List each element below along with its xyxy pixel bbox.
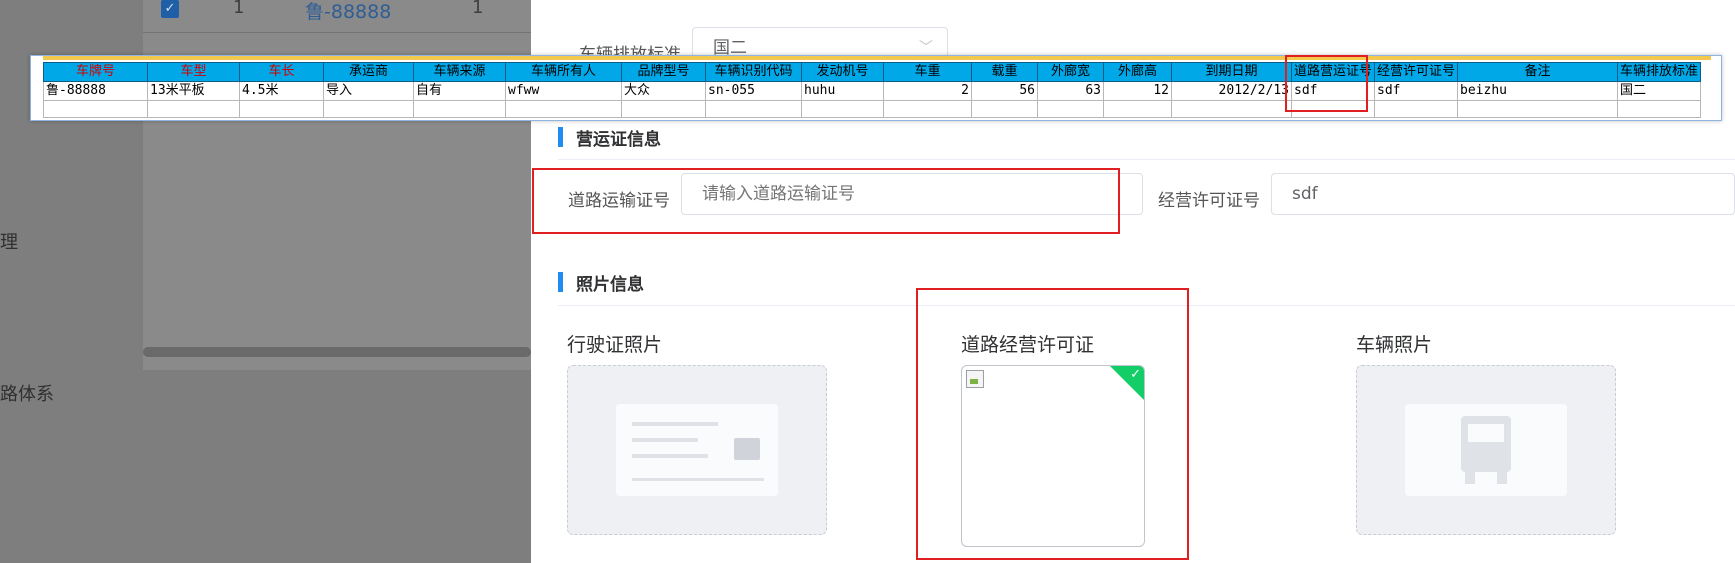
row-count: 1	[472, 0, 484, 18]
driving-license-placeholder-icon	[616, 404, 778, 496]
sheet-cell[interactable]: 鲁-88888	[43, 81, 148, 101]
sheet-header: 经营许可证号	[1374, 62, 1459, 82]
sheet-cell[interactable]: 12	[1103, 81, 1172, 101]
business-permit-label: 经营许可证号	[1158, 191, 1260, 211]
highlight-road-cert-column	[1285, 55, 1368, 112]
sheet-cell[interactable]	[413, 100, 506, 118]
photo-label-driving-license: 行驶证照片	[567, 334, 663, 356]
sheet-cell[interactable]: 大众	[621, 81, 706, 101]
sheet-cell[interactable]	[1103, 100, 1172, 118]
highlight-road-transport	[532, 168, 1120, 234]
truck-placeholder-icon	[1405, 404, 1567, 496]
sheet-header: 外廊高	[1103, 62, 1172, 82]
sheet-cell[interactable]	[1171, 100, 1292, 118]
sheet-cell[interactable]: 2012/2/13	[1171, 81, 1292, 101]
sheet-header: 车型	[147, 62, 240, 82]
sheet-header: 载重	[971, 62, 1038, 82]
sheet-header: 车长	[239, 62, 324, 82]
sheet-header: 到期日期	[1171, 62, 1292, 82]
sheet-cell[interactable]	[147, 100, 240, 118]
section-title-photos: 照片信息	[558, 270, 644, 295]
driving-license-upload[interactable]	[567, 365, 827, 535]
section-title-license: 营运证信息	[558, 125, 661, 150]
sheet-header: 车辆所有人	[505, 62, 622, 82]
sheet-header: 发动机号	[801, 62, 884, 82]
sheet-cell[interactable]: 13米平板	[147, 81, 240, 101]
sheet-cell[interactable]: 导入	[323, 81, 414, 101]
sheet-header: 车辆排放标准	[1617, 62, 1702, 82]
sheet-header: 车辆来源	[413, 62, 506, 82]
sheet-cell[interactable]: sn-055	[705, 81, 802, 101]
row-checkbox[interactable]: ✓	[161, 0, 179, 18]
sheet-empty-row	[43, 100, 1702, 118]
spreadsheet-overlay: 车牌号 车型 车长 承运商 车辆来源 车辆所有人 品牌型号 车辆识别代码 发动机…	[30, 55, 1722, 121]
sheet-cell[interactable]	[1457, 100, 1619, 118]
section-divider	[558, 159, 1735, 160]
sheet-data-row: 鲁-88888 13米平板 4.5米 导入 自有 wfww 大众 sn-055 …	[43, 81, 1702, 101]
sheet-cell[interactable]: sdf	[1374, 81, 1459, 101]
sheet-header: 品牌型号	[621, 62, 706, 82]
sheet-cell[interactable]: 2	[883, 81, 972, 101]
sheet-cell[interactable]	[1374, 100, 1459, 118]
sheet-cell[interactable]	[1617, 100, 1702, 118]
sheet-cell[interactable]	[883, 100, 972, 118]
sheet-cell[interactable]: 自有	[413, 81, 506, 101]
sheet-cell[interactable]: 4.5米	[239, 81, 324, 101]
highlight-road-permit-photo	[916, 288, 1189, 560]
sheet-cell[interactable]	[801, 100, 884, 118]
sheet-header: 车辆识别代码	[705, 62, 802, 82]
sheet-cell[interactable]: beizhu	[1457, 81, 1619, 101]
sheet-header-row: 车牌号 车型 车长 承运商 车辆来源 车辆所有人 品牌型号 车辆识别代码 发动机…	[43, 62, 1702, 82]
sheet-cell[interactable]	[239, 100, 324, 118]
sheet-header: 承运商	[323, 62, 414, 82]
sheet-header: 外廊宽	[1037, 62, 1104, 82]
sheet-cell[interactable]: wfww	[505, 81, 622, 101]
sheet-cell[interactable]: 国二	[1617, 81, 1702, 101]
sheet-cell[interactable]	[505, 100, 622, 118]
photo-label-vehicle: 车辆照片	[1356, 334, 1433, 356]
sidebar-menu-item[interactable]: 路体系	[0, 380, 54, 406]
sheet-top-border	[43, 56, 1711, 60]
business-permit-input[interactable]: sdf	[1271, 173, 1735, 215]
sheet-header: 车牌号	[43, 62, 148, 82]
sheet-cell[interactable]	[43, 100, 148, 118]
sheet-cell[interactable]: 63	[1037, 81, 1104, 101]
business-permit-value: sdf	[1292, 184, 1318, 204]
row-index: 1	[233, 0, 245, 18]
sheet-header: 备注	[1457, 62, 1619, 82]
sheet-cell[interactable]	[1037, 100, 1104, 118]
sheet-cell[interactable]: huhu	[801, 81, 884, 101]
spreadsheet-table: 车牌号 车型 车长 承运商 车辆来源 车辆所有人 品牌型号 车辆识别代码 发动机…	[43, 62, 1702, 118]
background-scrollbar[interactable]	[143, 347, 531, 357]
sheet-cell[interactable]: 56	[971, 81, 1038, 101]
sheet-cell[interactable]	[705, 100, 802, 118]
sheet-cell[interactable]	[971, 100, 1038, 118]
sheet-cell[interactable]	[621, 100, 706, 118]
row-plate-link[interactable]: 鲁-88888	[305, 0, 391, 24]
sidebar-menu-item[interactable]: 理	[0, 228, 18, 254]
sheet-cell[interactable]	[323, 100, 414, 118]
sheet-header: 车重	[883, 62, 972, 82]
vehicle-photo-upload[interactable]	[1356, 365, 1616, 535]
